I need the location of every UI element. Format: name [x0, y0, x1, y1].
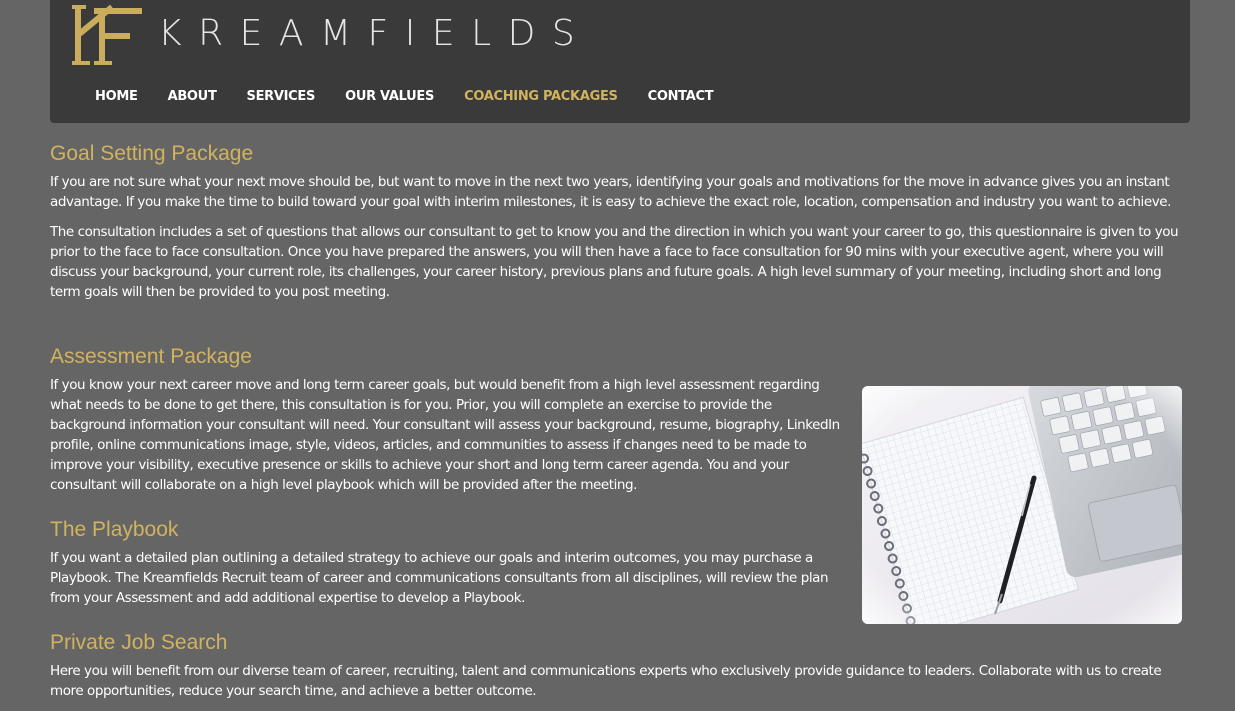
nav-home[interactable]: HOME [95, 89, 138, 105]
section-goal-setting: Goal Setting Package If you are not sure… [50, 142, 1190, 312]
nav-coaching-packages[interactable]: COACHING PACKAGES [464, 89, 618, 105]
section-title: Goal Setting Package [50, 142, 254, 165]
section-title: Private Job Search [50, 631, 228, 654]
site-header: KREAMFIELDS HOME ABOUT SERVICES OUR VALU… [50, 0, 1190, 123]
nav-contact[interactable]: CONTACT [648, 89, 714, 105]
section-private-job-search: Private Job Search Here you will benefit… [50, 631, 1190, 711]
section-assessment: Assessment Package If you know your next… [50, 345, 850, 505]
section-paragraph: If you know your next career move and lo… [50, 377, 840, 493]
nav-services[interactable]: SERVICES [247, 89, 316, 105]
nav-our-values[interactable]: OUR VALUES [345, 89, 434, 105]
brand-name[interactable]: KREAMFIELDS [158, 16, 591, 52]
section-playbook: The Playbook If you want a detailed plan… [50, 518, 855, 618]
notebook-laptop-image [862, 386, 1182, 624]
section-title: Assessment Package [50, 345, 252, 368]
nav-about[interactable]: ABOUT [168, 89, 217, 105]
main-nav: HOME ABOUT SERVICES OUR VALUES COACHING … [95, 89, 743, 105]
section-paragraph: If you want a detailed plan outlining a … [50, 550, 829, 606]
kreamfields-logo-mark[interactable] [72, 3, 144, 65]
section-title: The Playbook [50, 518, 179, 541]
section-paragraph: If you are not sure what your next move … [50, 174, 1171, 210]
section-paragraph: The consultation includes a set of quest… [50, 224, 1179, 300]
section-paragraph: Here you will benefit from our diverse t… [50, 663, 1162, 699]
